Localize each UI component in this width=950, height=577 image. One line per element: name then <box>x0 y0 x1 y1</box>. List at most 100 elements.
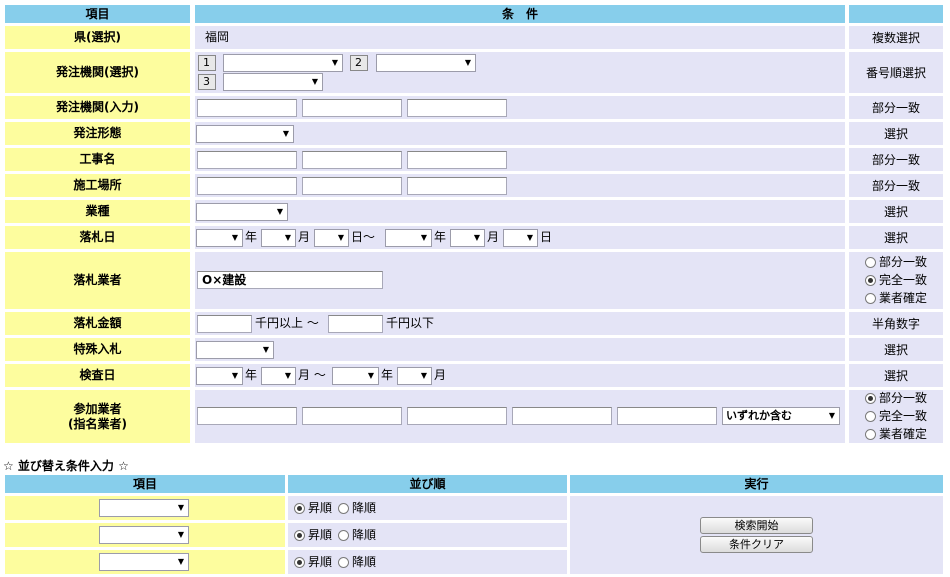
radio-label: 部分一致 <box>878 255 927 269</box>
radio-icon <box>864 257 876 268</box>
inspect-to-month-select[interactable]: ▼ <box>397 367 432 385</box>
sort-order-cell-3: 昇順 降順 <box>288 550 567 574</box>
radio-label: 降順 <box>352 554 377 569</box>
chevron-down-icon: ▼ <box>177 557 184 566</box>
award-to-day-unit: 日 <box>540 230 553 244</box>
amount-from-input[interactable] <box>197 315 252 333</box>
row-note-site: 部分一致 <box>849 174 943 197</box>
winning-bidder-exact-radio[interactable]: 完全一致 <box>864 272 927 289</box>
row-cond-agency-input <box>195 96 845 119</box>
sort-asc-radio-3[interactable]: 昇順 <box>294 554 332 571</box>
sort-desc-radio-3[interactable]: 降順 <box>338 554 376 571</box>
agency-input-2[interactable] <box>302 99 402 117</box>
sort-item-select-3[interactable]: ▼ <box>99 553 189 571</box>
agency-select-2[interactable]: ▼ <box>376 54 476 72</box>
exec-cell: 検索開始 条件クリア <box>570 496 943 574</box>
row-cond-special-bid: ▼ <box>195 338 845 361</box>
award-from-day-select[interactable]: ▼ <box>314 229 349 247</box>
sort-item-cell-3: ▼ <box>5 550 285 574</box>
chevron-down-icon: ▼ <box>420 371 427 380</box>
radio-checked-icon <box>294 529 305 541</box>
participant-input-4[interactable] <box>512 407 612 425</box>
sort-desc-radio-1[interactable]: 降順 <box>338 500 376 517</box>
row-label-award-amount: 落札金額 <box>5 312 190 335</box>
winning-bidder-input[interactable]: O×建設 <box>197 271 383 289</box>
inspect-to-year-unit: 年 <box>381 368 394 382</box>
award-from-month-select[interactable]: ▼ <box>261 229 296 247</box>
search-button[interactable]: 検索開始 <box>700 517 813 534</box>
row-label-participants: 参加業者 (指名業者) <box>5 390 190 443</box>
row-note-agency-select: 番号順選択 <box>849 52 943 93</box>
participant-input-1[interactable] <box>197 407 297 425</box>
sort-item-select-1[interactable]: ▼ <box>99 499 189 517</box>
chevron-down-icon: ▼ <box>464 58 471 67</box>
inspect-from-month-select[interactable]: ▼ <box>261 367 296 385</box>
sort-item-select-2[interactable]: ▼ <box>99 526 189 544</box>
row-note-winning-bidder: 部分一致 完全一致 業者確定 <box>849 252 943 309</box>
project-name-input-2[interactable] <box>302 151 402 169</box>
radio-label: 部分一致 <box>878 391 927 405</box>
row-cond-prefecture: 福岡 <box>195 26 845 49</box>
site-input-3[interactable] <box>407 177 507 195</box>
chevron-down-icon: ▼ <box>177 530 184 539</box>
participant-input-2[interactable] <box>302 407 402 425</box>
project-name-input-1[interactable] <box>197 151 297 169</box>
award-to-day-select[interactable]: ▼ <box>503 229 538 247</box>
award-from-day-unit: 日～ <box>351 230 376 244</box>
row-label-industry: 業種 <box>5 200 190 223</box>
row-label-special-bid: 特殊入札 <box>5 338 190 361</box>
clear-button[interactable]: 条件クリア <box>700 536 813 553</box>
row-cond-award-amount: 千円以上 ～ 千円以下 <box>195 312 845 335</box>
row-cond-participants: いずれか含む ▼ <box>195 390 845 443</box>
site-input-1[interactable] <box>197 177 297 195</box>
chevron-down-icon: ▼ <box>284 371 291 380</box>
inspect-to-month-unit: 月 <box>434 368 447 382</box>
award-from-year-select[interactable]: ▼ <box>196 229 243 247</box>
award-from-year-unit: 年 <box>245 230 258 244</box>
award-to-year-unit: 年 <box>434 230 447 244</box>
agency-select-1[interactable]: ▼ <box>223 54 343 72</box>
agency-input-3[interactable] <box>407 99 507 117</box>
chevron-down-icon: ▼ <box>282 129 289 138</box>
agency-num-1: 1 <box>198 55 216 71</box>
order-type-select[interactable]: ▼ <box>196 125 294 143</box>
award-to-year-select[interactable]: ▼ <box>385 229 432 247</box>
winning-bidder-partial-radio[interactable]: 部分一致 <box>864 254 927 271</box>
sort-desc-radio-2[interactable]: 降順 <box>338 527 376 544</box>
winning-bidder-match-options: 部分一致 完全一致 業者確定 <box>864 254 927 307</box>
radio-label: 業者確定 <box>878 291 927 305</box>
participant-input-3[interactable] <box>407 407 507 425</box>
row-label-site: 施工場所 <box>5 174 190 197</box>
inspect-to-year-select[interactable]: ▼ <box>332 367 379 385</box>
amount-to-input[interactable] <box>328 315 383 333</box>
agency-input-1[interactable] <box>197 99 297 117</box>
participant-input-5[interactable] <box>617 407 717 425</box>
site-input-2[interactable] <box>302 177 402 195</box>
industry-select[interactable]: ▼ <box>196 203 288 221</box>
participant-exact-radio[interactable]: 完全一致 <box>864 408 927 425</box>
agency-select-3[interactable]: ▼ <box>223 73 323 91</box>
participant-match-select[interactable]: いずれか含む ▼ <box>722 407 840 425</box>
sort-asc-radio-1[interactable]: 昇順 <box>294 500 332 517</box>
sort-header-order: 並び順 <box>288 475 567 493</box>
agency-num-2: 2 <box>350 55 368 71</box>
prefecture-value: 福岡 <box>205 30 230 44</box>
chevron-down-icon: ▼ <box>331 58 338 67</box>
participant-confirmed-radio[interactable]: 業者確定 <box>864 426 927 443</box>
sort-asc-radio-2[interactable]: 昇順 <box>294 527 332 544</box>
chevron-down-icon: ▼ <box>337 233 344 242</box>
row-cond-order-type: ▼ <box>195 122 845 145</box>
amount-to-unit: 千円以下 <box>386 316 435 330</box>
participant-partial-radio[interactable]: 部分一致 <box>864 390 927 407</box>
radio-label: 降順 <box>352 500 377 515</box>
project-name-input-3[interactable] <box>407 151 507 169</box>
row-cond-industry: ▼ <box>195 200 845 223</box>
winning-bidder-confirmed-radio[interactable]: 業者確定 <box>864 290 927 307</box>
row-note-prefecture: 複数選択 <box>849 26 943 49</box>
chevron-down-icon: ▼ <box>526 233 533 242</box>
special-bid-select[interactable]: ▼ <box>196 341 274 359</box>
chevron-down-icon: ▼ <box>177 503 184 512</box>
participant-match-options: 部分一致 完全一致 業者確定 <box>864 390 927 443</box>
award-to-month-select[interactable]: ▼ <box>450 229 485 247</box>
inspect-from-year-select[interactable]: ▼ <box>196 367 243 385</box>
